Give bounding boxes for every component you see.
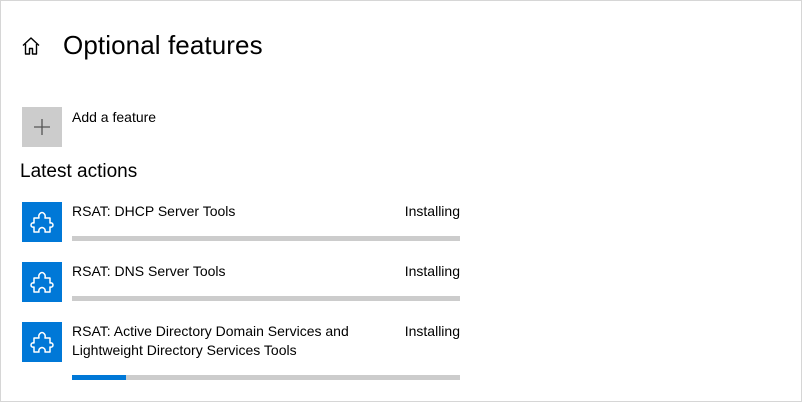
action-status: Installing bbox=[404, 323, 460, 339]
progress-bar bbox=[72, 236, 460, 241]
progress-bar bbox=[72, 296, 460, 301]
feature-tile bbox=[22, 262, 62, 302]
action-item-dns: RSAT: DNS Server Tools Installing bbox=[22, 262, 460, 304]
add-feature-tile[interactable] bbox=[22, 107, 62, 147]
puzzle-icon bbox=[30, 331, 54, 353]
action-status: Installing bbox=[404, 203, 460, 219]
feature-tile bbox=[22, 202, 62, 242]
action-name: RSAT: DHCP Server Tools bbox=[72, 203, 236, 219]
latest-actions-heading: Latest actions bbox=[20, 161, 138, 182]
home-icon[interactable] bbox=[20, 35, 42, 57]
progress-bar bbox=[72, 375, 460, 380]
plus-icon bbox=[34, 119, 50, 135]
add-feature-label[interactable]: Add a feature bbox=[72, 109, 156, 125]
feature-tile bbox=[22, 322, 62, 362]
puzzle-icon bbox=[30, 271, 54, 293]
action-name: RSAT: DNS Server Tools bbox=[72, 263, 226, 279]
add-feature-button[interactable]: Add a feature bbox=[22, 107, 156, 147]
page-title: Optional features bbox=[63, 30, 263, 60]
action-item-dhcp: RSAT: DHCP Server Tools Installing bbox=[22, 202, 460, 244]
puzzle-icon bbox=[30, 211, 54, 233]
action-status: Installing bbox=[404, 263, 460, 279]
action-item-ad-ds: RSAT: Active Directory Domain Services a… bbox=[22, 322, 460, 382]
action-name: RSAT: Active Directory Domain Services a… bbox=[72, 323, 349, 358]
progress-fill bbox=[72, 375, 127, 380]
page-header: Optional features bbox=[20, 30, 263, 61]
